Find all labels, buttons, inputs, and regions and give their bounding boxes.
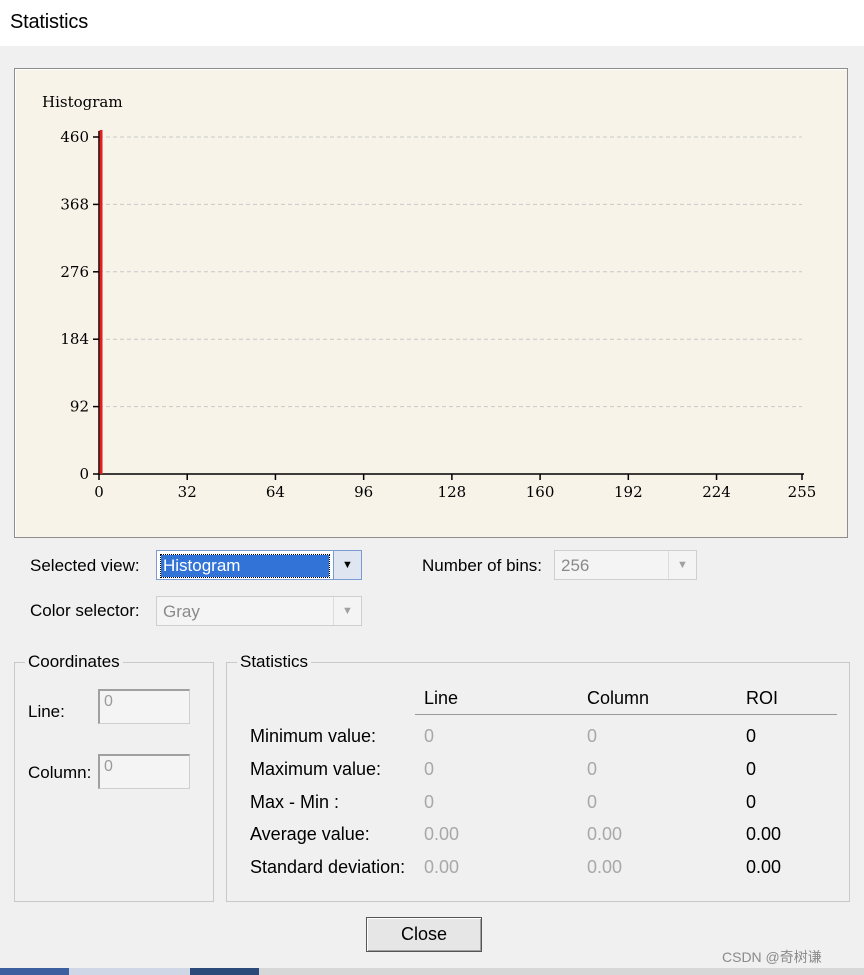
x-tick-label: 255 xyxy=(788,483,817,501)
y-tick-label: 184 xyxy=(60,330,89,348)
chevron-down-icon[interactable]: ▼ xyxy=(333,551,361,579)
chevron-down-icon[interactable]: ▼ xyxy=(333,597,361,625)
line-value: 0 xyxy=(424,726,435,746)
x-tick-label: 160 xyxy=(526,483,555,501)
number-of-bins-value: 256 xyxy=(561,556,590,575)
color-selector-label: Color selector: xyxy=(30,601,140,620)
x-tick-label: 0 xyxy=(94,483,104,501)
title-bar: Statistics xyxy=(0,0,864,46)
color-selector-value: Gray xyxy=(163,602,200,621)
number-of-bins-label: Number of bins: xyxy=(422,556,542,575)
x-tick-label: 64 xyxy=(266,483,285,501)
column-value: 0.00 xyxy=(587,857,623,877)
row-label: Max - Min : xyxy=(250,792,340,812)
line-value: 0 xyxy=(424,792,435,812)
line-value: 0 xyxy=(424,759,435,779)
row-label: Average value: xyxy=(250,824,370,844)
roi-value: 0 xyxy=(746,792,757,812)
header-divider xyxy=(415,714,837,715)
column-value: 0.00 xyxy=(587,824,623,844)
y-tick-label: 460 xyxy=(60,128,89,146)
close-button[interactable]: Close xyxy=(366,917,482,952)
x-tick-label: 32 xyxy=(178,483,197,501)
line-value: 0.00 xyxy=(424,824,460,844)
coordinates-column-label: Column: xyxy=(28,763,92,782)
y-tick-label: 0 xyxy=(79,465,89,483)
roi-value: 0 xyxy=(746,759,757,779)
chevron-down-icon[interactable]: ▼ xyxy=(668,551,696,579)
y-tick-label: 92 xyxy=(70,398,89,416)
color-selector-dropdown[interactable]: Gray ▼ xyxy=(156,596,362,626)
column-value: 0 xyxy=(587,792,598,812)
column-value: 0 xyxy=(587,759,598,779)
y-tick-label: 368 xyxy=(60,195,89,213)
histogram-chart-panel: Histogram 0 92 184 276 368 460 0 32 64 96 128 160 1… xyxy=(14,68,848,538)
x-tick-label: 128 xyxy=(438,483,467,501)
x-tick-label: 192 xyxy=(614,483,643,501)
selected-view-dropdown[interactable]: Histogram ▼ xyxy=(156,550,362,580)
y-tick-label: 276 xyxy=(60,263,89,281)
header-column: Column xyxy=(587,688,650,708)
column-value: 0 xyxy=(587,726,598,746)
row-label: Minimum value: xyxy=(250,726,377,746)
number-of-bins-dropdown[interactable]: 256 ▼ xyxy=(554,550,697,580)
x-tick-label: 224 xyxy=(702,483,731,501)
coordinates-legend: Coordinates xyxy=(25,652,123,672)
header-line: Line xyxy=(424,688,459,708)
selected-view-label: Selected view: xyxy=(30,556,140,575)
roi-value: 0.00 xyxy=(746,857,782,877)
watermark: CSDN @奇树谦 xyxy=(722,949,822,965)
coordinates-column-field[interactable]: 0 xyxy=(98,754,190,789)
coordinates-line-label: Line: xyxy=(28,702,65,721)
coordinates-line-field[interactable]: 0 xyxy=(98,689,190,724)
line-value: 0.00 xyxy=(424,857,460,877)
x-tick-label: 96 xyxy=(354,483,373,501)
selected-view-value: Histogram xyxy=(160,554,330,578)
row-label: Standard deviation: xyxy=(250,857,406,877)
roi-value: 0 xyxy=(746,726,757,746)
statistics-legend: Statistics xyxy=(237,652,312,672)
roi-value: 0.00 xyxy=(746,824,782,844)
taskbar-strip xyxy=(0,968,864,975)
chart-title: Histogram xyxy=(42,93,123,111)
row-label: Maximum value: xyxy=(250,759,382,779)
header-roi: ROI xyxy=(746,688,779,708)
histogram-chart: Histogram 0 92 184 276 368 460 0 32 64 96 128 160 1… xyxy=(42,93,817,501)
window-title: Statistics xyxy=(10,11,89,33)
